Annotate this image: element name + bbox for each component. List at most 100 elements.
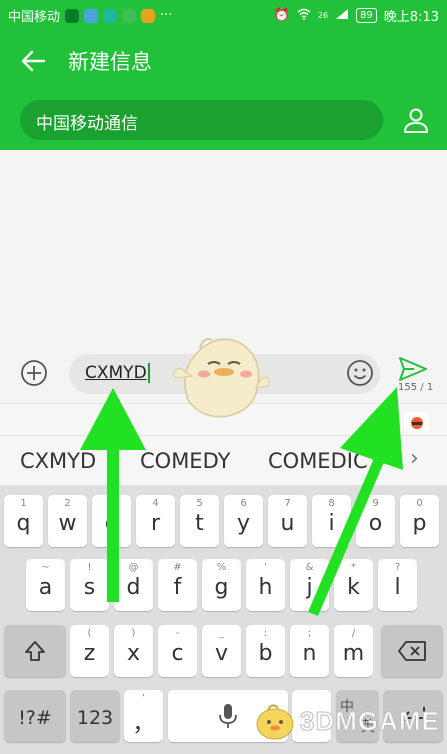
key-m[interactable]: / m — [334, 625, 373, 677]
add-contact-button[interactable] — [401, 105, 435, 139]
app-icon — [122, 8, 137, 23]
key-n[interactable]: ; n — [290, 625, 329, 677]
suggestion-item[interactable]: CXMYD — [20, 449, 96, 473]
key-label: r — [150, 511, 161, 536]
key-label: m — [342, 641, 365, 666]
key-z[interactable]: (z — [70, 625, 109, 677]
key-b[interactable]: :b — [246, 625, 285, 677]
key-k[interactable]: * k — [334, 559, 373, 611]
add-attachment-button[interactable] — [19, 358, 49, 388]
text-cursor — [147, 363, 150, 383]
key-secondary-label: ) — [131, 628, 136, 639]
signal-icon — [335, 8, 349, 24]
key-secondary-label: * — [351, 562, 356, 573]
key-secondary-label: ~ — [41, 562, 50, 573]
key-label: j — [306, 575, 313, 600]
emoji-button[interactable] — [345, 358, 375, 388]
key-secondary-label: 6 — [240, 498, 247, 509]
key-secondary-label: % — [216, 562, 227, 573]
key-g[interactable]: % g — [202, 559, 241, 611]
back-arrow-icon — [21, 50, 46, 72]
key-p[interactable]: 0p — [400, 495, 439, 547]
plus-circle-icon — [21, 360, 47, 386]
status-time: 晚上8:13 — [383, 10, 439, 25]
key-secondary-label: 3 — [108, 498, 115, 509]
symbols-key[interactable]: !?# — [4, 690, 66, 742]
key-a[interactable]: ~ a — [26, 559, 65, 611]
wifi-icon — [297, 8, 311, 24]
key-v[interactable]: _ v — [202, 625, 241, 677]
app-icon — [141, 8, 156, 23]
key-label: h — [258, 575, 273, 600]
suggestion-item[interactable]: COMEDY — [140, 449, 230, 473]
key-e[interactable]: 3e — [92, 495, 131, 547]
watermark: 3DMGAME — [254, 700, 440, 742]
key-u[interactable]: 7u — [268, 495, 307, 547]
key-f[interactable]: # f — [158, 559, 197, 611]
recipient-field[interactable]: 中国移动通信 — [20, 100, 383, 140]
key-h[interactable]: ' h — [246, 559, 285, 611]
key-t[interactable]: 5t — [180, 495, 219, 547]
key-s[interactable]: ! s — [70, 559, 109, 611]
more-icon: ··· — [160, 8, 173, 23]
key-secondary-label: ; — [307, 628, 312, 639]
shift-key[interactable] — [4, 625, 66, 677]
key-secondary-label: 1 — [20, 498, 27, 509]
key-label: u — [280, 511, 295, 536]
key-secondary-label: : — [263, 628, 268, 639]
send-icon — [399, 357, 427, 381]
key-secondary-label: ! — [87, 562, 92, 573]
key-label: 123 — [76, 707, 114, 729]
key-label: f — [173, 575, 182, 600]
key-label: n — [302, 641, 317, 666]
message-input[interactable]: CXMYD — [69, 354, 380, 394]
smiley-icon — [347, 360, 373, 386]
key-secondary-label: & — [305, 562, 314, 573]
comma-key[interactable]: ’， — [124, 690, 163, 742]
status-bar: 中国移动 ··· ⏰ 26 89 晚上8:13 — [0, 0, 447, 30]
carrier-label: 中国移动 — [8, 10, 61, 25]
chevron-right-icon[interactable]: › — [410, 446, 419, 471]
key-secondary-label: - — [175, 628, 180, 639]
key-secondary-label: 7 — [284, 498, 291, 509]
suggestion-item[interactable]: COMEDIC — [268, 449, 368, 473]
key-label: l — [394, 575, 401, 600]
key-c[interactable]: -c — [158, 625, 197, 677]
keyboard-toolbar — [0, 404, 447, 436]
key-j[interactable]: & j — [290, 559, 329, 611]
watermark-text: 3DMGAME — [300, 705, 440, 736]
microphone-icon — [219, 704, 237, 728]
key-label: v — [214, 641, 229, 666]
key-secondary-label: @ — [128, 562, 139, 573]
key-secondary-label: 5 — [196, 498, 203, 509]
key-secondary-label: 0 — [416, 498, 423, 509]
numbers-key[interactable]: 123 — [70, 690, 120, 742]
key-x[interactable]: ) x — [114, 625, 153, 677]
key-w[interactable]: 2w — [48, 495, 87, 547]
key-label: t — [195, 511, 204, 536]
app-header: 中国移动 ··· ⏰ 26 89 晚上8:13 新建信息 中国移动通信 — [0, 0, 447, 150]
keyboard-logo-icon[interactable] — [404, 412, 430, 432]
key-label: w — [58, 511, 77, 536]
key-y[interactable]: 6y — [224, 495, 263, 547]
key-label: q — [16, 511, 31, 536]
key-secondary-label: / — [351, 628, 356, 639]
key-d[interactable]: @ d — [114, 559, 153, 611]
message-area[interactable] — [0, 150, 447, 346]
person-icon — [404, 108, 428, 133]
alarm-icon: ⏰ — [273, 8, 290, 23]
key-label: !?# — [18, 707, 52, 729]
key-secondary-label: ' — [264, 562, 267, 573]
key-q[interactable]: 1q — [4, 495, 43, 547]
compose-bar: CXMYD 155 / 1 — [0, 346, 447, 404]
key-l[interactable]: ? l — [378, 559, 417, 611]
character-counter: 155 / 1 — [398, 382, 434, 393]
backspace-key[interactable] — [381, 625, 443, 677]
key-secondary-label: 8 — [328, 498, 335, 509]
back-button[interactable] — [16, 44, 50, 78]
key-o[interactable]: 9o — [356, 495, 395, 547]
key-label: e — [104, 511, 119, 536]
key-label: o — [368, 511, 383, 536]
key-i[interactable]: 8i — [312, 495, 351, 547]
key-r[interactable]: 4r — [136, 495, 175, 547]
